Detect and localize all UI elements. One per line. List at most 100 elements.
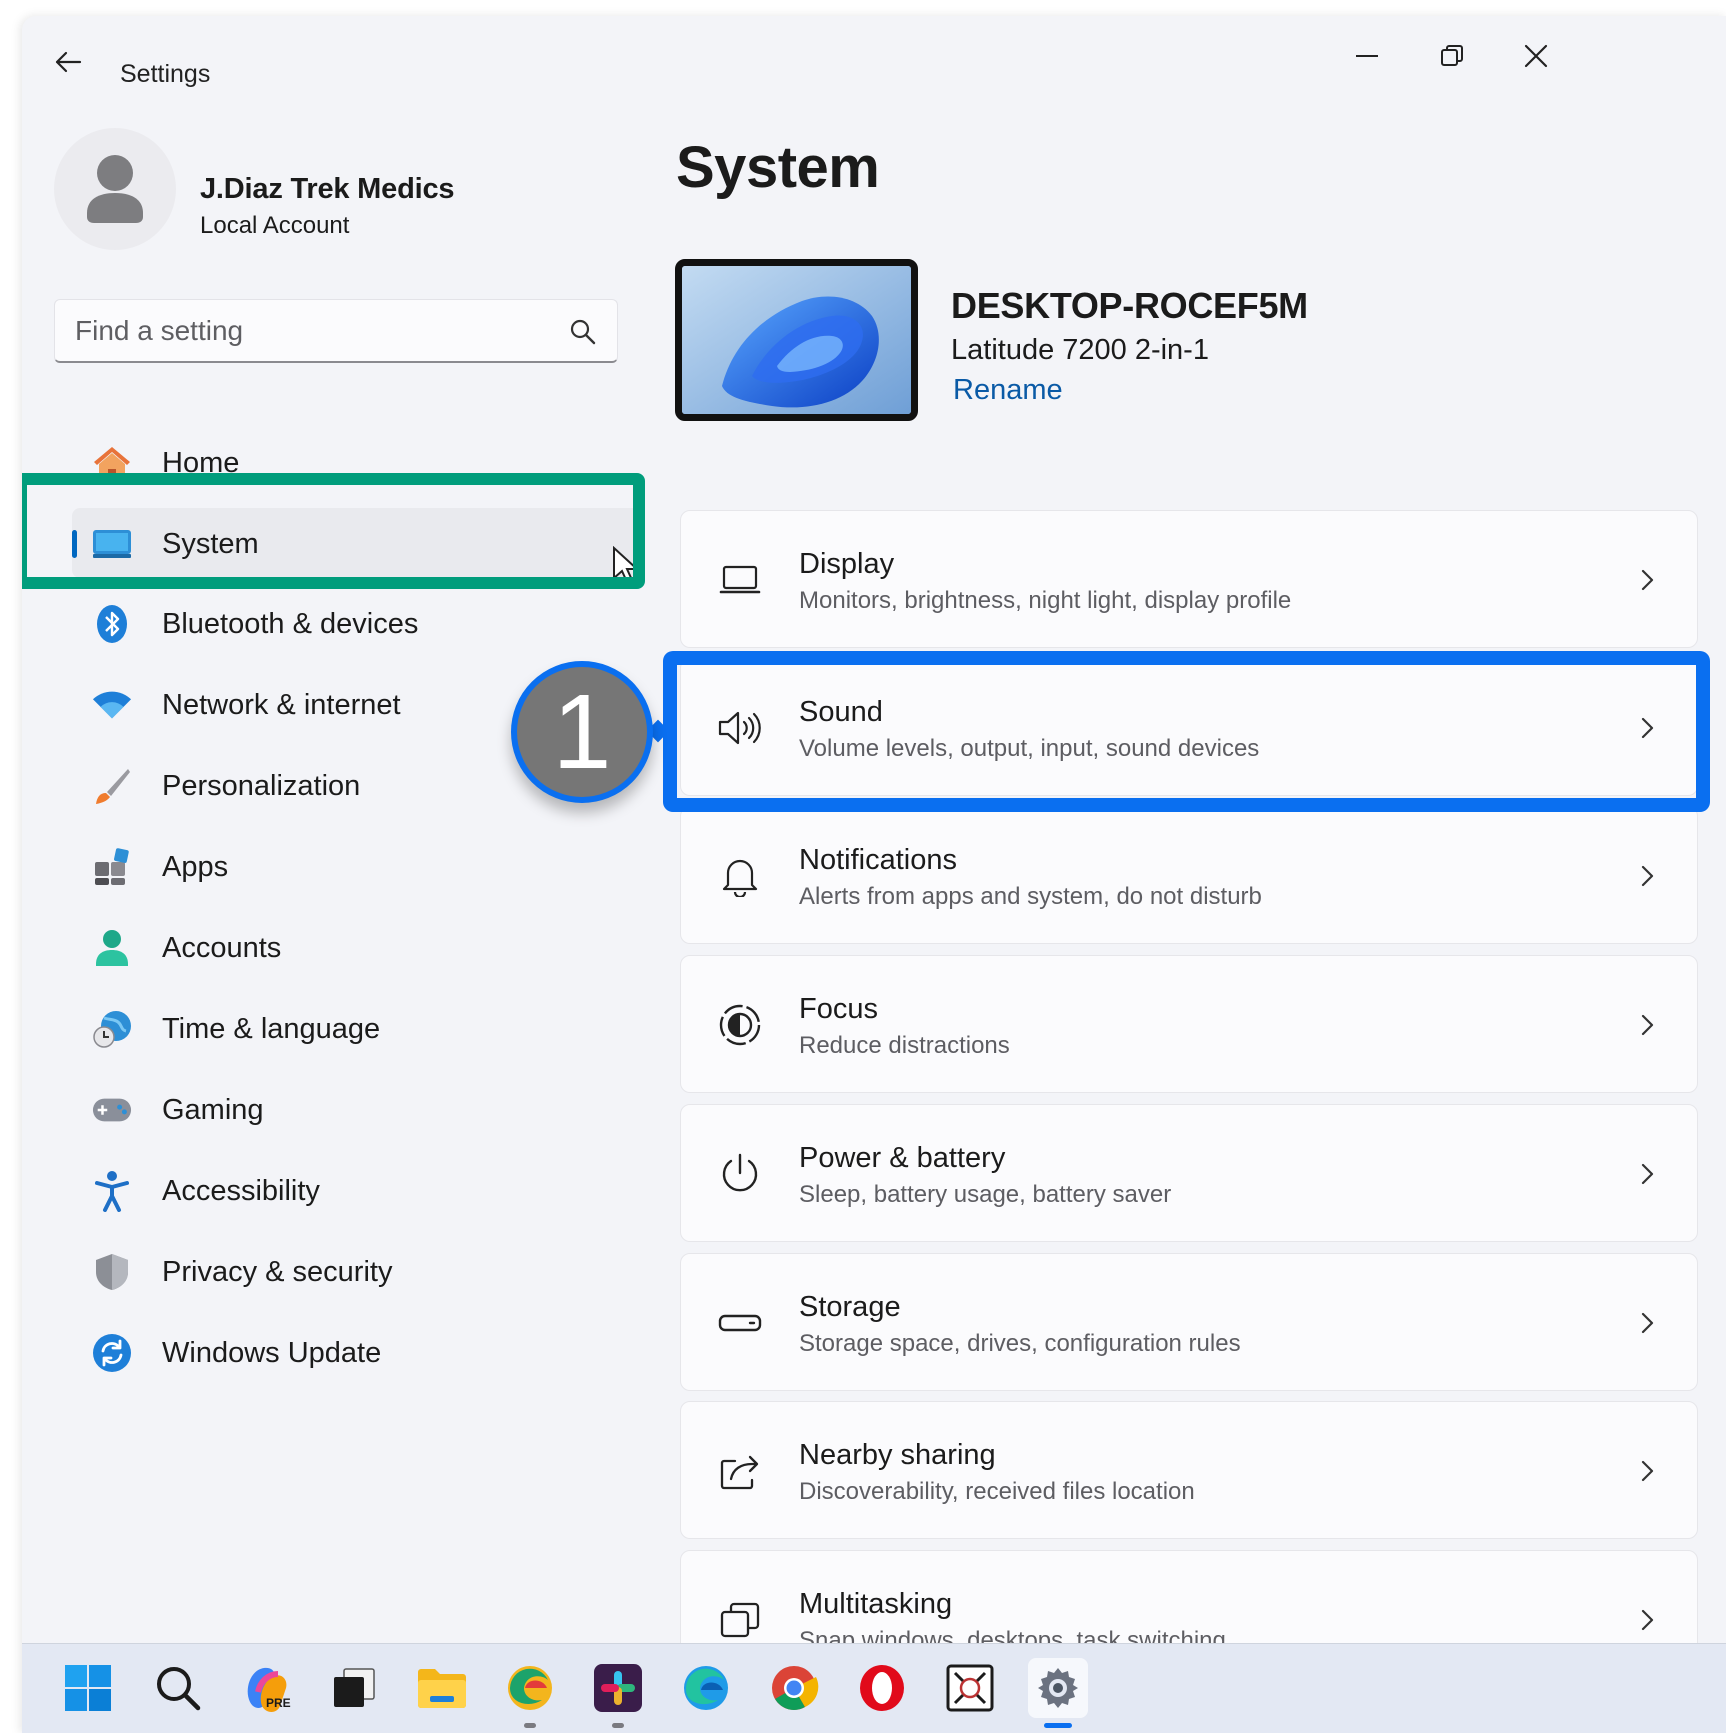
task-view-button[interactable] <box>324 1658 384 1718</box>
chevron-right-icon <box>1641 865 1654 887</box>
sidebar-item-gaming[interactable]: Gaming <box>72 1074 642 1144</box>
setting-card-storage[interactable]: Storage Storage space, drives, configura… <box>680 1253 1698 1391</box>
card-subtitle: Sleep, battery usage, battery saver <box>799 1181 1172 1208</box>
sidebar-item-label: Time & language <box>162 1013 381 1045</box>
sidebar-item-accounts[interactable]: Accounts <box>72 912 642 982</box>
setting-card-display[interactable]: Display Monitors, brightness, night ligh… <box>680 510 1698 648</box>
search-icon[interactable] <box>569 318 597 346</box>
wifi-icon <box>92 685 132 725</box>
chevron-right-icon <box>1641 1460 1654 1482</box>
account-type: Local Account <box>200 212 350 239</box>
taskbar: PRE <box>22 1643 1726 1733</box>
setting-card-nearby-sharing[interactable]: Nearby sharing Discoverability, received… <box>680 1401 1698 1539</box>
card-subtitle: Reduce distractions <box>799 1032 1010 1059</box>
bell-icon <box>715 851 765 901</box>
opera-icon <box>860 1665 904 1711</box>
taskbar-search-button[interactable] <box>148 1658 208 1718</box>
snipping-tool-button[interactable] <box>940 1658 1000 1718</box>
rename-link[interactable]: Rename <box>953 374 1063 407</box>
sidebar-item-label: Apps <box>162 851 229 883</box>
nav-highlight-frame <box>22 473 645 589</box>
display-icon <box>715 555 765 605</box>
sound-highlight-frame <box>663 651 1710 812</box>
edge-canary-icon <box>508 1666 552 1710</box>
card-subtitle: Alerts from apps and system, do not dist… <box>799 883 1262 910</box>
card-title: Multitasking <box>799 1588 953 1620</box>
snipping-icon <box>946 1664 994 1712</box>
search-icon <box>157 1667 201 1711</box>
sidebar-item-label: Gaming <box>162 1094 264 1126</box>
share-icon <box>715 1446 765 1496</box>
copilot-button[interactable]: PRE <box>236 1658 296 1718</box>
sidebar-item-label: Privacy & security <box>162 1256 393 1288</box>
sidebar-item-windows-update[interactable]: Windows Update <box>72 1317 642 1387</box>
sidebar-item-label: Accounts <box>162 932 282 964</box>
user-silhouette-icon <box>87 155 143 223</box>
card-subtitle: Storage space, drives, configuration rul… <box>799 1330 1241 1357</box>
sidebar-item-label: Bluetooth & devices <box>162 608 419 640</box>
back-button[interactable] <box>48 44 88 80</box>
setting-card-focus[interactable]: Focus Reduce distractions <box>680 955 1698 1093</box>
device-model: Latitude 7200 2-in-1 <box>951 334 1209 366</box>
title-bar: Settings <box>22 16 1726 92</box>
running-indicator <box>612 1723 624 1728</box>
card-title: Storage <box>799 1291 901 1323</box>
app-title: Settings <box>120 60 211 88</box>
storage-icon <box>715 1298 765 1348</box>
paintbrush-icon <box>92 766 132 806</box>
restore-icon <box>1441 45 1463 66</box>
sidebar-item-time-language[interactable]: Time & language <box>72 993 642 1063</box>
chrome-button[interactable] <box>764 1658 824 1718</box>
search-box[interactable] <box>54 299 618 363</box>
active-indicator <box>1044 1723 1072 1728</box>
minimize-icon <box>1356 55 1378 57</box>
setting-card-power[interactable]: Power & battery Sleep, battery usage, ba… <box>680 1104 1698 1242</box>
settings-window: Settings J.Diaz Trek Medics Local Accoun… <box>22 16 1726 1733</box>
file-explorer-button[interactable] <box>412 1658 472 1718</box>
close-button[interactable] <box>1506 34 1566 78</box>
focus-icon <box>715 1000 765 1050</box>
device-name: DESKTOP-ROCEF5M <box>951 285 1308 326</box>
sidebar-item-apps[interactable]: Apps <box>72 831 642 901</box>
search-input[interactable] <box>75 314 555 348</box>
accounts-icon <box>92 928 132 968</box>
avatar[interactable] <box>54 128 176 250</box>
edge-canary-button[interactable] <box>500 1658 560 1728</box>
sidebar-item-label: Accessibility <box>162 1175 320 1207</box>
user-name: J.Diaz Trek Medics <box>200 173 455 205</box>
chevron-right-icon <box>1641 1014 1654 1036</box>
sidebar-item-privacy[interactable]: Privacy & security <box>72 1236 642 1306</box>
start-button[interactable] <box>58 1658 118 1718</box>
sidebar-item-bluetooth[interactable]: Bluetooth & devices <box>72 588 642 658</box>
card-title: Power & battery <box>799 1142 1006 1174</box>
chevron-right-icon <box>1641 1163 1654 1185</box>
close-icon <box>1524 44 1548 68</box>
gamepad-icon <box>92 1090 132 1130</box>
accessibility-icon <box>92 1171 132 1212</box>
slack-icon <box>594 1664 642 1712</box>
sidebar-item-label: Personalization <box>162 770 361 802</box>
edge-icon <box>684 1666 728 1710</box>
update-icon <box>92 1333 132 1373</box>
time-language-icon <box>92 1009 132 1049</box>
opera-button[interactable] <box>852 1658 912 1718</box>
card-title: Focus <box>799 993 878 1025</box>
card-title: Nearby sharing <box>799 1439 996 1471</box>
edge-button[interactable] <box>676 1658 736 1718</box>
setting-card-notifications[interactable]: Notifications Alerts from apps and syste… <box>680 806 1698 944</box>
card-title: Notifications <box>799 844 957 876</box>
card-subtitle: Monitors, brightness, night light, displ… <box>799 587 1292 614</box>
settings-icon <box>1038 1668 1078 1708</box>
chrome-icon <box>772 1666 819 1710</box>
settings-taskbar-button[interactable] <box>1028 1658 1088 1728</box>
sidebar-item-accessibility[interactable]: Accessibility <box>72 1155 642 1225</box>
chevron-right-icon <box>1641 1609 1654 1631</box>
sidebar-item-label: Network & internet <box>162 689 401 721</box>
power-icon <box>715 1149 765 1199</box>
back-arrow-icon <box>55 51 82 73</box>
restore-button[interactable] <box>1422 34 1482 78</box>
file-explorer-icon <box>418 1669 466 1708</box>
slack-button[interactable] <box>588 1658 648 1728</box>
minimize-button[interactable] <box>1338 34 1398 78</box>
start-icon <box>65 1665 111 1711</box>
